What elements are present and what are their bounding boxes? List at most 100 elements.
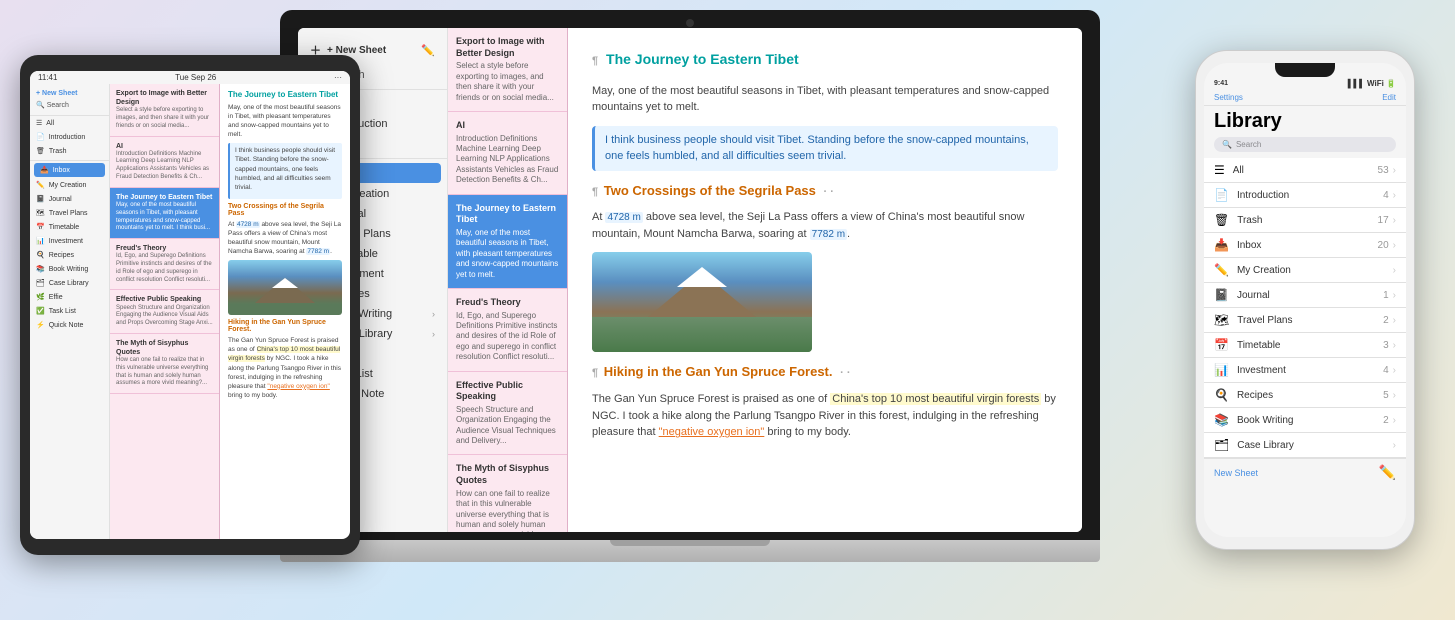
ipad-nav-tasklist[interactable]: ✅ Task List: [30, 304, 109, 318]
laptop-note-sisyphus[interactable]: The Myth of Sisyphus Quotes How can one …: [448, 455, 567, 532]
chevron-right-icon: ›: [1393, 165, 1396, 176]
iphone-item-all[interactable]: ☰ All 53 ›: [1204, 158, 1406, 183]
iphone-item-introduction[interactable]: 📄 Introduction 4 ›: [1204, 183, 1406, 208]
ipad-nav-journal[interactable]: 📓 Journal: [30, 192, 109, 206]
iphone-item-travelplans[interactable]: 🗺 Travel Plans 2 ›: [1204, 308, 1406, 333]
ipad-nav-investment[interactable]: 📊 Investment: [30, 234, 109, 248]
iphone-notch: [1275, 63, 1335, 77]
quicknote-icon: ⚡: [36, 321, 45, 329]
all-icon: ☰: [1214, 163, 1225, 177]
chevron-right-icon: ›: [1393, 365, 1396, 376]
laptop-note-export[interactable]: Export to Image with Better Design Selec…: [448, 28, 567, 112]
iphone-item-inbox[interactable]: 📥 Inbox 20 ›: [1204, 233, 1406, 258]
ipad-nav-mycreation[interactable]: ✏️ My Creation: [30, 178, 109, 192]
laptop-screen: ＋ + New Sheet ✏️ 🔍 Search ☰ All 📄 Introd…: [298, 28, 1082, 532]
ipad-nav-timetable[interactable]: 📅 Timetable: [30, 220, 109, 234]
ipad-search-button[interactable]: 🔍 Search: [36, 99, 103, 111]
ipad-nav-inbox[interactable]: 📥 Inbox: [34, 163, 105, 177]
ipad-note-ai[interactable]: AI Introduction Definitions Machine Lear…: [110, 137, 219, 188]
laptop-content-intro: May, one of the most beautiful seasons i…: [592, 83, 1058, 116]
investment-icon: 📊: [1214, 363, 1229, 377]
bookwriting-icon: 📚: [1214, 413, 1229, 427]
caselibrary-icon: 🗂: [36, 279, 45, 287]
iphone-item-bookwriting[interactable]: 📚 Book Writing 2 ›: [1204, 408, 1406, 433]
iphone-nav-bar: Settings Edit: [1204, 90, 1406, 106]
iphone-item-journal[interactable]: 📓 Journal 1 ›: [1204, 283, 1406, 308]
laptop-device: ＋ + New Sheet ✏️ 🔍 Search ☰ All 📄 Introd…: [280, 10, 1100, 590]
ipad-section2-text: The Gan Yun Spruce Forest is praised as …: [228, 336, 342, 400]
laptop-note-freud[interactable]: Freud's Theory Id, Ego, and Superego Def…: [448, 289, 567, 372]
laptop-note-tibet[interactable]: The Journey to Eastern Tibet May, one of…: [448, 195, 567, 289]
laptop-section2-text: The Gan Yun Spruce Forest is praised as …: [592, 391, 1058, 441]
investment-icon: 📊: [36, 237, 45, 245]
laptop-section1-title: ¶ Two Crossings of the Segrila Pass · ·: [592, 181, 1058, 202]
ipad-note-freud[interactable]: Freud's Theory Id, Ego, and Superego Def…: [110, 239, 219, 290]
iphone-bottom-bar: New Sheet ✏️: [1204, 458, 1406, 486]
trash-icon: 🗑: [36, 147, 45, 155]
journal-icon: 📓: [1214, 288, 1229, 302]
ipad-nav-recipes[interactable]: 🍳 Recipes: [30, 248, 109, 262]
ipad-section2-title: Hiking in the Gan Yun Spruce Forest.: [228, 319, 342, 333]
caselibrary-icon: 🗂: [1214, 438, 1229, 452]
laptop-bezel: ＋ + New Sheet ✏️ 🔍 Search ☰ All 📄 Introd…: [280, 10, 1100, 540]
iphone-item-timetable[interactable]: 📅 Timetable 3 ›: [1204, 333, 1406, 358]
altitude2-highlight: 7782 m: [810, 229, 847, 240]
iphone-item-caselibrary[interactable]: 🗂 Case Library ›: [1204, 433, 1406, 458]
mycreation-icon: ✏️: [1214, 263, 1229, 277]
chevron-right-icon: ›: [1393, 265, 1396, 276]
chevron-right-icon: ›: [432, 309, 435, 319]
ipad-nav-all[interactable]: ☰ All: [30, 116, 109, 130]
timetable-icon: 📅: [36, 223, 45, 231]
ipad-nav-travelplans[interactable]: 🗺 Travel Plans: [30, 206, 109, 220]
ipad-nav-effie[interactable]: 🌿 Effie: [30, 290, 109, 304]
iphone-item-investment[interactable]: 📊 Investment 4 ›: [1204, 358, 1406, 383]
search-icon: 🔍: [1222, 140, 1232, 149]
laptop-note-speaking[interactable]: Effective Public Speaking Speech Structu…: [448, 372, 567, 456]
ipad-day: Tue Sep 26: [175, 73, 216, 82]
ipad-nav-trash[interactable]: 🗑 Trash: [30, 144, 109, 158]
ipad-content-title: The Journey to Eastern Tibet: [228, 90, 342, 99]
iphone-item-recipes[interactable]: 🍳 Recipes 5 ›: [1204, 383, 1406, 408]
tasklist-icon: ✅: [36, 307, 45, 315]
ipad-note-speaking[interactable]: Effective Public Speaking Speech Structu…: [110, 290, 219, 333]
ipad-nav-caselibrary[interactable]: 🗂 Case Library: [30, 276, 109, 290]
chevron-right-icon: ›: [1393, 290, 1396, 301]
timetable-icon: 📅: [1214, 338, 1229, 352]
ipad-content-highlight: I think business people should visit Tib…: [235, 146, 337, 191]
iphone-item-mycreation[interactable]: ✏️ My Creation ›: [1204, 258, 1406, 283]
laptop-foot: [610, 540, 770, 546]
iphone-edit-button[interactable]: Edit: [1382, 93, 1396, 102]
ipad-bezel: 11:41 Tue Sep 26 ··· + New Sheet 🔍 Searc…: [20, 55, 360, 555]
chevron-right-icon: ›: [1393, 215, 1396, 226]
laptop-note-ai[interactable]: AI Introduction Definitions Machine Lear…: [448, 112, 567, 195]
ipad-nav-introduction[interactable]: 📄 Introduction: [30, 130, 109, 144]
ipad-icons: ···: [334, 73, 342, 82]
ipad-nav-quicknote[interactable]: ⚡ Quick Note: [30, 318, 109, 332]
ipad-nav-bookwriting[interactable]: 📚 Book Writing: [30, 262, 109, 276]
ipad-note-tibet[interactable]: The Journey to Eastern Tibet May, one of…: [110, 188, 219, 239]
ipad-content-intro: May, one of the most beautiful seasons i…: [228, 103, 342, 139]
inbox-icon: 📥: [1214, 238, 1229, 252]
compose-icon[interactable]: ✏️: [1379, 464, 1396, 481]
recipes-icon: 🍳: [1214, 388, 1229, 402]
oxygen-ion-link[interactable]: "negative oxygen ion": [659, 426, 765, 438]
iphone-item-trash[interactable]: 🗑 Trash 17 ›: [1204, 208, 1406, 233]
chevron-right-icon: ›: [1393, 190, 1396, 201]
travel-icon: 🗺: [1214, 313, 1229, 327]
ipad-note-sisyphus[interactable]: The Myth of Sisyphus Quotes How can one …: [110, 334, 219, 394]
recipes-icon: 🍳: [36, 251, 45, 259]
travel-icon: 🗺: [36, 209, 45, 217]
iphone-back-button[interactable]: Settings: [1214, 93, 1243, 102]
laptop-camera: [686, 19, 694, 27]
laptop-main-content: ¶ The Journey to Eastern Tibet May, one …: [568, 28, 1082, 532]
laptop-content-highlight: I think business people should visit Tib…: [592, 126, 1058, 171]
ipad-new-sheet-button[interactable]: + New Sheet: [36, 88, 103, 99]
iphone-search-bar[interactable]: 🔍 Search: [1214, 137, 1396, 152]
ipad-notes-list: Export to Image with Better Design Selec…: [110, 84, 220, 539]
bookwriting-icon: 📚: [36, 265, 45, 273]
iphone-status-bar: 9:41 ▌▌▌ WiFi 🔋: [1204, 77, 1406, 90]
ipad-note-export[interactable]: Export to Image with Better Design Selec…: [110, 84, 219, 137]
ipad-device: 11:41 Tue Sep 26 ··· + New Sheet 🔍 Searc…: [20, 55, 360, 555]
iphone-new-sheet-button[interactable]: New Sheet: [1214, 468, 1258, 478]
ipad-time: 11:41: [38, 73, 57, 82]
